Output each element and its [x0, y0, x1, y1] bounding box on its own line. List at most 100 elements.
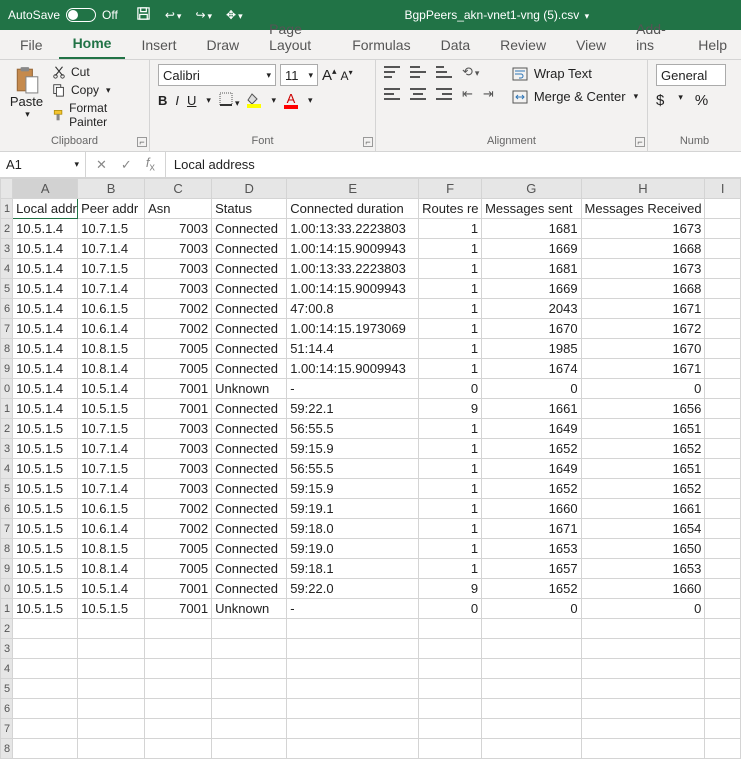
cell[interactable]: 1	[419, 279, 482, 299]
cell[interactable]: 10.5.1.4	[78, 379, 145, 399]
cell[interactable]: 7002	[145, 499, 212, 519]
row-header[interactable]: 2	[1, 419, 13, 439]
cell[interactable]: Connected	[212, 519, 287, 539]
cell[interactable]	[419, 679, 482, 699]
cell[interactable]	[78, 679, 145, 699]
cell[interactable]: 10.7.1.5	[78, 419, 145, 439]
cell[interactable]	[581, 739, 705, 759]
cell[interactable]	[419, 699, 482, 719]
cell[interactable]: 1671	[581, 359, 705, 379]
cell[interactable]: 1.00:13:33.2223803	[287, 259, 419, 279]
cell[interactable]: 1672	[581, 319, 705, 339]
cell[interactable]: 1652	[482, 579, 581, 599]
cell[interactable]: 1	[419, 559, 482, 579]
col-header-C[interactable]: C	[145, 179, 212, 199]
cell[interactable]: 1	[419, 359, 482, 379]
cell[interactable]: Connected	[212, 279, 287, 299]
cell[interactable]: 1681	[482, 259, 581, 279]
row-header[interactable]: 7	[1, 719, 13, 739]
tab-page-layout[interactable]: Page Layout	[255, 15, 336, 59]
cell[interactable]	[705, 699, 741, 719]
redo-icon[interactable]: ↪▾	[195, 8, 212, 22]
cell[interactable]	[705, 459, 741, 479]
row-header[interactable]: 8	[1, 339, 13, 359]
cell[interactable]: Status	[212, 199, 287, 219]
tab-view[interactable]: View	[562, 31, 620, 59]
tab-home[interactable]: Home	[59, 29, 126, 59]
align-center-icon[interactable]	[410, 88, 426, 100]
cell[interactable]: 10.5.1.5	[13, 559, 78, 579]
cell[interactable]: 1	[419, 319, 482, 339]
cell[interactable]: 59:19.1	[287, 499, 419, 519]
cell[interactable]: Connected	[212, 419, 287, 439]
cell[interactable]	[212, 639, 287, 659]
cell[interactable]: 7003	[145, 439, 212, 459]
cell[interactable]: Messages Received	[581, 199, 705, 219]
cell[interactable]: 1671	[581, 299, 705, 319]
cell[interactable]: 1670	[482, 319, 581, 339]
cell[interactable]	[419, 659, 482, 679]
cell[interactable]	[705, 519, 741, 539]
borders-button[interactable]: ▾	[219, 92, 240, 109]
cell[interactable]: 59:18.0	[287, 519, 419, 539]
cell[interactable]: 10.5.1.4	[13, 339, 78, 359]
tab-data[interactable]: Data	[427, 31, 485, 59]
cell[interactable]	[581, 699, 705, 719]
cell[interactable]: 7005	[145, 339, 212, 359]
cell[interactable]	[78, 739, 145, 759]
col-header-E[interactable]: E	[287, 179, 419, 199]
cell[interactable]: Unknown	[212, 379, 287, 399]
tab-add-ins[interactable]: Add-ins	[622, 15, 682, 59]
cell[interactable]	[78, 699, 145, 719]
row-header[interactable]: 5	[1, 279, 13, 299]
cell[interactable]: 1681	[482, 219, 581, 239]
cell[interactable]: 10.5.1.5	[78, 599, 145, 619]
cell[interactable]	[705, 639, 741, 659]
cell[interactable]	[145, 699, 212, 719]
cell[interactable]	[705, 739, 741, 759]
cell[interactable]	[581, 679, 705, 699]
cell[interactable]	[287, 719, 419, 739]
cell[interactable]	[145, 659, 212, 679]
cell[interactable]: 10.5.1.4	[13, 319, 78, 339]
row-header[interactable]: 9	[1, 359, 13, 379]
dialog-launcher-icon[interactable]: ⌐	[137, 137, 147, 147]
cell[interactable]: 10.5.1.5	[13, 439, 78, 459]
cell[interactable]: 10.5.1.4	[13, 259, 78, 279]
cell[interactable]: 10.7.1.5	[78, 259, 145, 279]
cell[interactable]: 10.5.1.5	[13, 539, 78, 559]
cell[interactable]: 1660	[482, 499, 581, 519]
italic-button[interactable]: I	[175, 93, 179, 108]
cell[interactable]: 1671	[482, 519, 581, 539]
cell[interactable]: 1653	[581, 559, 705, 579]
cell[interactable]	[13, 699, 78, 719]
cell[interactable]	[482, 659, 581, 679]
row-header[interactable]: 6	[1, 699, 13, 719]
number-format-select[interactable]: General	[656, 64, 726, 86]
cell[interactable]: 10.7.1.4	[78, 279, 145, 299]
cell[interactable]	[13, 659, 78, 679]
cell[interactable]	[705, 559, 741, 579]
cell[interactable]	[482, 739, 581, 759]
cell[interactable]	[287, 679, 419, 699]
cell[interactable]: Connected	[212, 359, 287, 379]
cell[interactable]: 1652	[581, 479, 705, 499]
cell[interactable]: 7003	[145, 279, 212, 299]
cell[interactable]: 1661	[482, 399, 581, 419]
cell[interactable]: 1.00:14:15.1973069	[287, 319, 419, 339]
cell[interactable]: 9	[419, 399, 482, 419]
cell[interactable]: 1653	[482, 539, 581, 559]
row-header[interactable]: 5	[1, 679, 13, 699]
cell[interactable]: 7005	[145, 359, 212, 379]
cell[interactable]: 1	[419, 459, 482, 479]
cell[interactable]: 0	[419, 379, 482, 399]
row-header[interactable]: 6	[1, 499, 13, 519]
cell[interactable]	[13, 739, 78, 759]
cell[interactable]: Unknown	[212, 599, 287, 619]
cell[interactable]	[145, 639, 212, 659]
orientation-button[interactable]: ⟲▾	[462, 64, 479, 80]
cell[interactable]: 56:55.5	[287, 419, 419, 439]
row-header[interactable]: 8	[1, 539, 13, 559]
cell[interactable]: 10.6.1.5	[78, 299, 145, 319]
cell[interactable]	[705, 279, 741, 299]
